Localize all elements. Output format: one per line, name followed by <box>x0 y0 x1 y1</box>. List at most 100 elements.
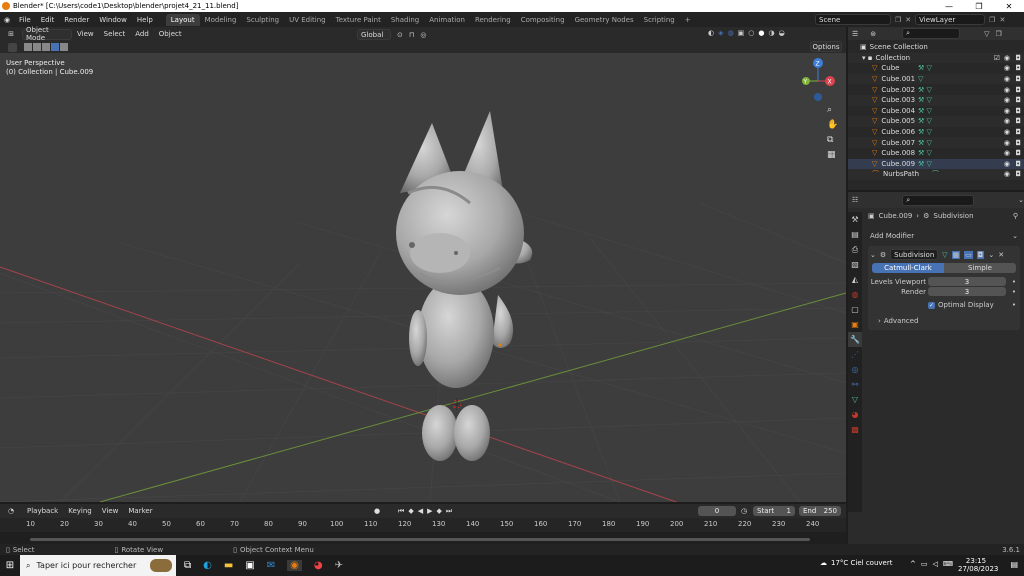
collapse-chevron-icon[interactable]: ⌄ <box>870 251 876 259</box>
timeline-menu-view[interactable]: View <box>97 507 124 515</box>
collection-tab-icon[interactable]: ▢ <box>848 302 862 317</box>
eye-icon[interactable]: ◉ <box>1004 107 1010 115</box>
display-mode-icon[interactable]: ⊛ <box>870 30 876 38</box>
outliner-item[interactable]: ▽ Cube.006 ⚒ ▽ ◉ ◘ <box>848 127 1024 138</box>
tab-scripting[interactable]: Scripting <box>639 14 680 26</box>
solid-shading-icon[interactable]: ● <box>758 29 764 37</box>
select-mode-subtract-icon[interactable] <box>42 43 50 51</box>
simple-button[interactable]: Simple <box>944 263 1016 273</box>
app-icon[interactable]: ✈ <box>335 560 343 571</box>
volume-icon[interactable]: ◁ <box>933 560 938 568</box>
tab-uv-editing[interactable]: UV Editing <box>284 14 331 26</box>
add-workspace-icon[interactable]: + <box>680 14 696 26</box>
camera-icon[interactable]: ◘ <box>1015 107 1021 115</box>
data-tab-icon[interactable]: ▽ <box>848 392 862 407</box>
filter-icon[interactable]: ▽ <box>984 30 989 38</box>
tab-rendering[interactable]: Rendering <box>470 14 516 26</box>
advanced-subpanel[interactable]: › Advanced <box>878 317 918 325</box>
keyframe-dot-icon[interactable]: • <box>1012 278 1016 286</box>
gizmo-toggle-icon[interactable]: ◈ <box>718 29 723 37</box>
constraints-tab-icon[interactable]: ⚯ <box>848 377 862 392</box>
outliner-item[interactable]: ▽ Cube.001 ▽ ◉ ◘ <box>848 73 1024 85</box>
tray-chevron-icon[interactable]: ^ <box>910 560 916 568</box>
stopwatch-icon[interactable]: ◷ <box>741 507 747 515</box>
outliner-item[interactable]: ▽ Cube.003 ⚒ ▽ ◉ ◘ <box>848 94 1024 106</box>
camera-icon[interactable]: ◘ <box>1015 54 1021 62</box>
camera-icon[interactable]: ◘ <box>1015 139 1021 147</box>
store-icon[interactable]: ▣ <box>245 560 254 571</box>
outliner-search[interactable]: ⌕ <box>902 28 961 39</box>
on-cage-icon[interactable]: ▦ <box>951 250 961 259</box>
view-layer-selector[interactable]: ViewLayer <box>915 14 986 25</box>
start-frame-field[interactable]: Start 1 <box>753 506 795 516</box>
jump-start-icon[interactable]: ⏮ <box>398 507 404 516</box>
properties-editor-type-icon[interactable]: ☷ <box>852 196 858 204</box>
outliner-item[interactable]: ▽ Cube.005 ⚒ ▽ ◉ ◘ <box>848 116 1024 127</box>
clock[interactable]: 23:15 27/08/2023 <box>958 557 998 573</box>
edit-mode-icon[interactable]: ▽ <box>942 251 947 259</box>
orientation-selector[interactable]: Global <box>357 29 391 40</box>
modifier-menu-icon[interactable]: ⌄ <box>988 251 994 259</box>
particles-tab-icon[interactable]: ⋰ <box>848 347 862 362</box>
end-frame-field[interactable]: End 250 <box>799 506 841 516</box>
show-viewport-icon[interactable]: ▭ <box>964 250 973 259</box>
character-model[interactable] <box>396 111 533 461</box>
render-tab-icon[interactable]: ▤ <box>848 227 862 242</box>
proportional-edit-icon[interactable]: ◎ <box>420 31 426 39</box>
eye-icon[interactable]: ◉ <box>1004 96 1010 104</box>
new-collection-icon[interactable]: ❐ <box>996 30 1002 38</box>
windows-start-icon[interactable]: ⊞ <box>0 560 20 571</box>
wireframe-shading-icon[interactable]: ○ <box>748 29 754 37</box>
snap-icon[interactable]: ⊓ <box>409 31 414 39</box>
optimal-display-checkbox[interactable]: ✓ <box>928 301 935 309</box>
play-reverse-icon[interactable]: ◀ <box>418 507 423 516</box>
menu-edit[interactable]: Edit <box>36 16 60 24</box>
outliner-item[interactable]: ▽ Cube.007 ⚒ ▽ ◉ ◘ <box>848 137 1024 148</box>
viewport-menu-view[interactable]: View <box>72 30 99 38</box>
remove-modifier-icon[interactable]: ✕ <box>998 251 1004 259</box>
tab-sculpting[interactable]: Sculpting <box>241 14 284 26</box>
camera-view-icon[interactable]: ⧉ <box>827 135 838 145</box>
tool-tab-icon[interactable]: ⚒ <box>848 212 862 227</box>
viewport-menu-add[interactable]: Add <box>130 30 154 38</box>
eye-icon[interactable]: ◉ <box>1004 64 1010 72</box>
outliner-editor-type-icon[interactable]: ☰ <box>852 30 858 38</box>
options-dropdown[interactable]: Options <box>810 41 842 52</box>
editor-type-icon[interactable]: ⊞ <box>0 30 22 38</box>
show-render-icon[interactable]: ◘ <box>976 250 985 259</box>
language-icon[interactable]: ⌨ <box>943 560 953 568</box>
keyframe-dot-icon[interactable]: • <box>1012 301 1016 309</box>
eye-icon[interactable]: ◉ <box>1004 86 1010 94</box>
menu-file[interactable]: File <box>14 16 36 24</box>
play-icon[interactable]: ▶ <box>427 507 432 516</box>
close-window-button[interactable]: ✕ <box>994 0 1024 12</box>
scene-selector[interactable]: Scene <box>815 14 891 25</box>
outliner-item[interactable]: ▽ Cube.002 ⚒ ▽ ◉ ◘ <box>848 84 1024 95</box>
blender-menu-icon[interactable]: ◉ <box>0 16 14 24</box>
keyframe-dot-icon[interactable]: • <box>1012 288 1016 296</box>
eye-icon[interactable]: ◉ <box>1004 117 1010 125</box>
visibility-icon[interactable]: ◐ <box>708 29 714 37</box>
weather-widget[interactable]: ☁ 17°C Ciel couvert <box>820 559 892 567</box>
select-mode-new-icon[interactable] <box>24 43 32 51</box>
pan-hand-icon[interactable]: ✋ <box>827 120 838 130</box>
new-view-layer-icon[interactable]: ❐ <box>989 16 995 24</box>
tab-animation[interactable]: Animation <box>424 14 470 26</box>
grid-perspective-icon[interactable]: ▦ <box>827 150 838 160</box>
viewport-menu-select[interactable]: Select <box>99 30 131 38</box>
notification-icon[interactable]: ▤ <box>1010 560 1018 569</box>
jump-end-icon[interactable]: ⏭ <box>446 507 452 516</box>
output-tab-icon[interactable]: ⎙ <box>848 242 862 257</box>
camera-icon[interactable]: ◘ <box>1015 64 1021 72</box>
eye-icon[interactable]: ◉ <box>1004 75 1010 83</box>
view-layer-tab-icon[interactable]: ▧ <box>848 257 862 272</box>
select-mode-intersect-icon[interactable] <box>60 43 68 51</box>
camera-icon[interactable]: ◘ <box>1015 170 1021 178</box>
toolbar-toggle-icon[interactable] <box>8 43 17 52</box>
object-tab-icon[interactable]: ▣ <box>848 317 862 332</box>
eye-icon[interactable]: ◉ <box>1004 170 1010 178</box>
texture-tab-icon[interactable]: ▩ <box>848 422 862 437</box>
rendered-shading-icon[interactable]: ◒ <box>779 29 785 37</box>
tab-texture-paint[interactable]: Texture Paint <box>331 14 386 26</box>
prev-key-icon[interactable]: ◆ <box>408 507 413 516</box>
